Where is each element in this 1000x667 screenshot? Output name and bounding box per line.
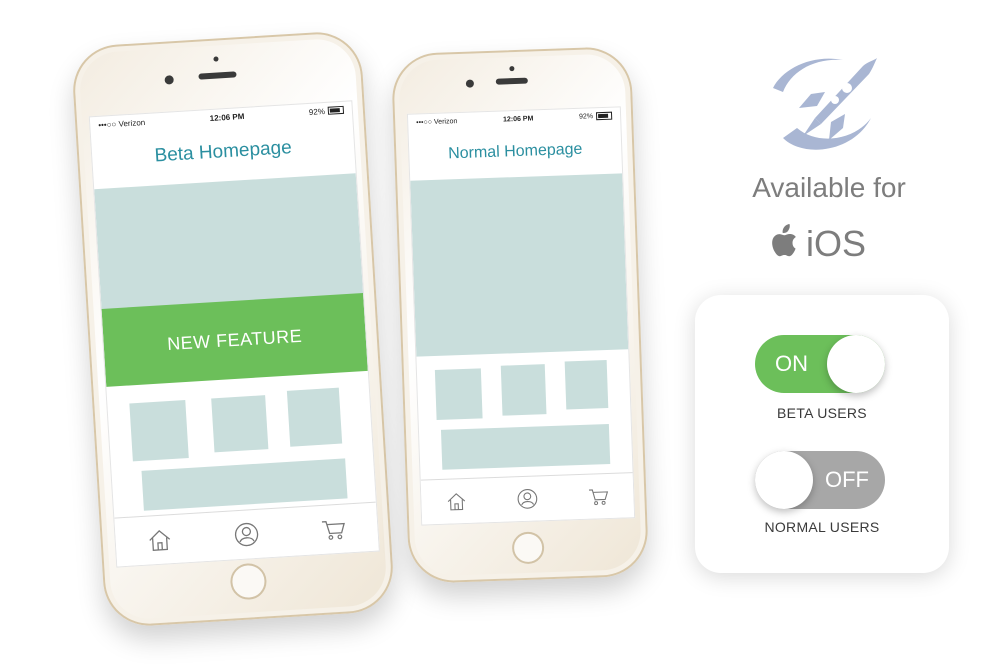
content-tile[interactable] [211,395,269,453]
battery-status: 92% [309,105,345,116]
toggle-knob[interactable] [827,335,885,393]
beta-phone: •••○○ Verizon 12:06 PM 92% Beta Homepage… [70,29,396,629]
content-tile[interactable] [564,360,609,410]
content-tile[interactable] [500,364,547,416]
battery-icon [595,111,613,121]
available-for-text: Available for [752,172,906,203]
profile-icon[interactable] [516,487,539,510]
beta-screen: •••○○ Verizon 12:06 PM 92% Beta Homepage… [88,100,380,568]
status-bar: •••○○ Verizon 12:06 PM 92% [90,101,352,133]
normal-toggle-switch[interactable]: OFF [755,451,885,509]
normal-phone: •••○○ Verizon 12:06 PM 92% Normal Homepa… [390,45,650,585]
normal-users-caption: NORMAL USERS [764,519,880,535]
new-feature-banner[interactable]: NEW FEATURE [101,292,368,387]
earpiece-speaker [495,77,528,85]
earpiece-speaker [198,71,237,80]
home-button[interactable] [229,562,268,601]
cart-icon[interactable] [320,516,347,542]
beta-users-caption: BETA USERS [777,405,867,421]
tab-bar [114,501,379,567]
front-camera [164,75,174,85]
normal-screen: •••○○ Verizon 12:06 PM 92% Normal Homepa… [406,106,636,526]
tab-bar [420,472,635,525]
content-tile[interactable] [434,368,483,420]
toggle-state-label: OFF [825,467,869,492]
battery-icon [327,106,345,116]
content-wide-tile[interactable] [141,458,348,511]
rocket-icon [763,48,889,158]
front-camera [465,79,475,88]
apple-icon [766,223,798,266]
user-toggle-card: ON BETA USERS OFF NORMAL USERS [695,295,949,573]
toggle-knob[interactable] [755,451,813,509]
profile-icon[interactable] [233,521,261,549]
ios-platform: iOS [766,222,866,266]
battery-status: 92% [579,111,613,121]
sensor-dot [509,66,515,72]
cart-icon[interactable] [587,486,610,507]
page-title: Normal Homepage [447,140,583,163]
ios-label: iOS [806,223,867,264]
hero-placeholder [94,173,364,311]
toggle-state-label: ON [775,351,808,376]
beta-toggle-switch[interactable]: ON [755,335,885,393]
home-icon[interactable] [445,491,468,512]
status-time: 12:06 PM [502,114,534,123]
content-tile[interactable] [286,387,343,447]
home-icon[interactable] [146,527,173,553]
status-time: 12:06 PM [209,111,245,123]
hero-placeholder [410,173,629,357]
carrier-signal: •••○○ Verizon [98,117,146,130]
carrier-signal: •••○○ Verizon [416,117,458,127]
status-bar: •••○○ Verizon 12:06 PM 92% [408,107,620,130]
content-tile[interactable] [129,400,189,462]
page-title: Beta Homepage [153,137,293,167]
content-wide-tile[interactable] [440,423,611,470]
sensor-dot [213,56,219,62]
home-button[interactable] [511,531,545,565]
